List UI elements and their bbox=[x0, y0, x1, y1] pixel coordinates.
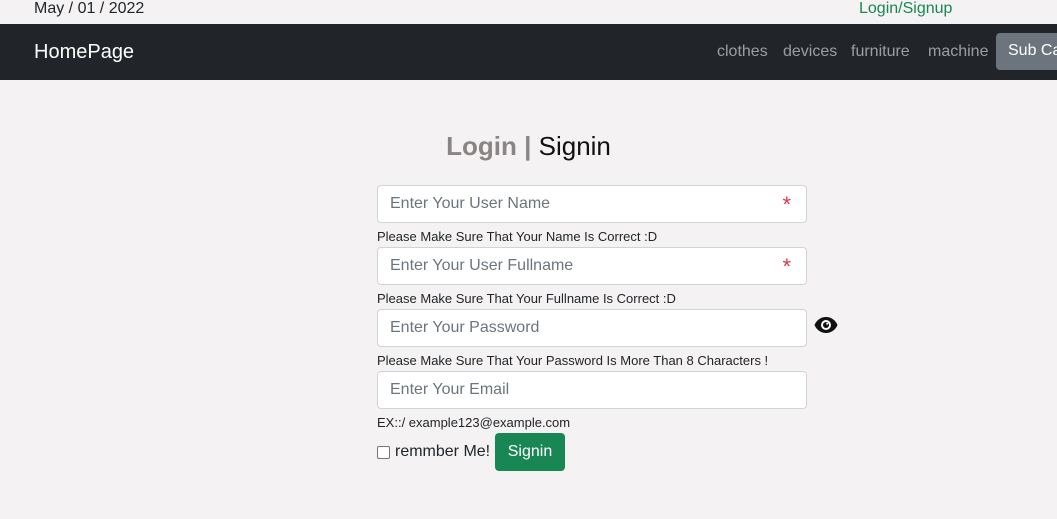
top-bar: May / 01 / 2022 Login/Signup bbox=[0, 0, 1057, 24]
email-input[interactable] bbox=[378, 372, 806, 408]
title-separator: | bbox=[524, 131, 532, 161]
password-hint: Please Make Sure That Your Password Is M… bbox=[377, 353, 769, 368]
navbar: HomePage clothes devices furniture machi… bbox=[0, 24, 1057, 80]
nav-link-furniture[interactable]: furniture bbox=[851, 43, 910, 61]
nav-link-clothes[interactable]: clothes bbox=[717, 43, 768, 61]
remember-me: remmber Me! bbox=[377, 441, 490, 463]
fullname-hint: Please Make Sure That Your Fullname Is C… bbox=[377, 291, 676, 306]
fullname-input[interactable] bbox=[378, 248, 806, 284]
title-login: Login bbox=[446, 131, 517, 161]
current-date: May / 01 / 2022 bbox=[34, 0, 145, 17]
nav-link-machine[interactable]: machine bbox=[928, 43, 988, 61]
nav-link-devices[interactable]: devices bbox=[783, 43, 837, 61]
username-hint: Please Make Sure That Your Name Is Corre… bbox=[377, 229, 658, 244]
password-input[interactable] bbox=[378, 310, 806, 346]
email-field bbox=[377, 371, 807, 409]
remember-me-checkbox[interactable] bbox=[377, 445, 390, 459]
sub-categories-button[interactable]: Sub Ca bbox=[996, 33, 1057, 70]
email-hint: EX::/ example123@example.com bbox=[377, 415, 571, 430]
password-field bbox=[377, 309, 807, 347]
page-title: Login | Signin bbox=[0, 131, 1057, 162]
title-signin: Signin bbox=[538, 131, 611, 161]
nav-links: clothes devices furniture machine bbox=[0, 43, 1057, 63]
username-field: * bbox=[377, 185, 807, 223]
required-asterisk: * bbox=[782, 192, 791, 217]
username-input[interactable] bbox=[378, 186, 806, 222]
fullname-field: * bbox=[377, 247, 807, 285]
login-signup-link[interactable]: Login/Signup bbox=[859, 0, 952, 18]
required-asterisk: * bbox=[782, 254, 791, 279]
remember-me-label[interactable]: remmber Me! bbox=[395, 443, 490, 461]
eye-icon[interactable] bbox=[814, 316, 838, 334]
signin-button[interactable]: Signin bbox=[495, 433, 565, 471]
